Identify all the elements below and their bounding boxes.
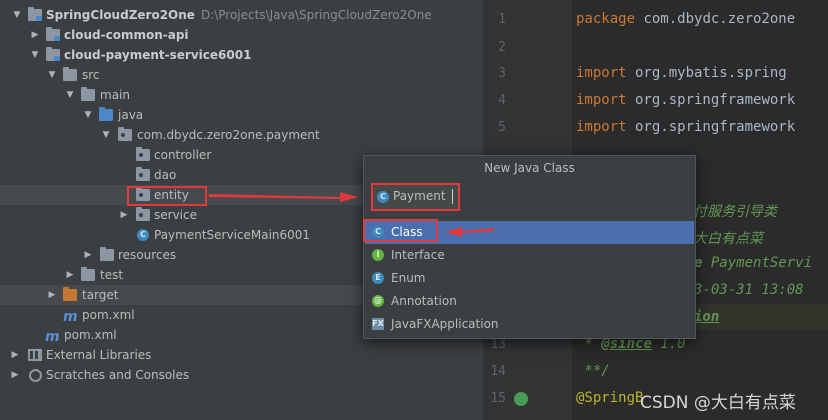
arrow-to-class-option [445, 227, 494, 237]
watermark: CSDN @大白有点菜 [640, 393, 796, 413]
annotation-arrows [209, 192, 494, 237]
arrow-to-name-field [209, 192, 358, 202]
